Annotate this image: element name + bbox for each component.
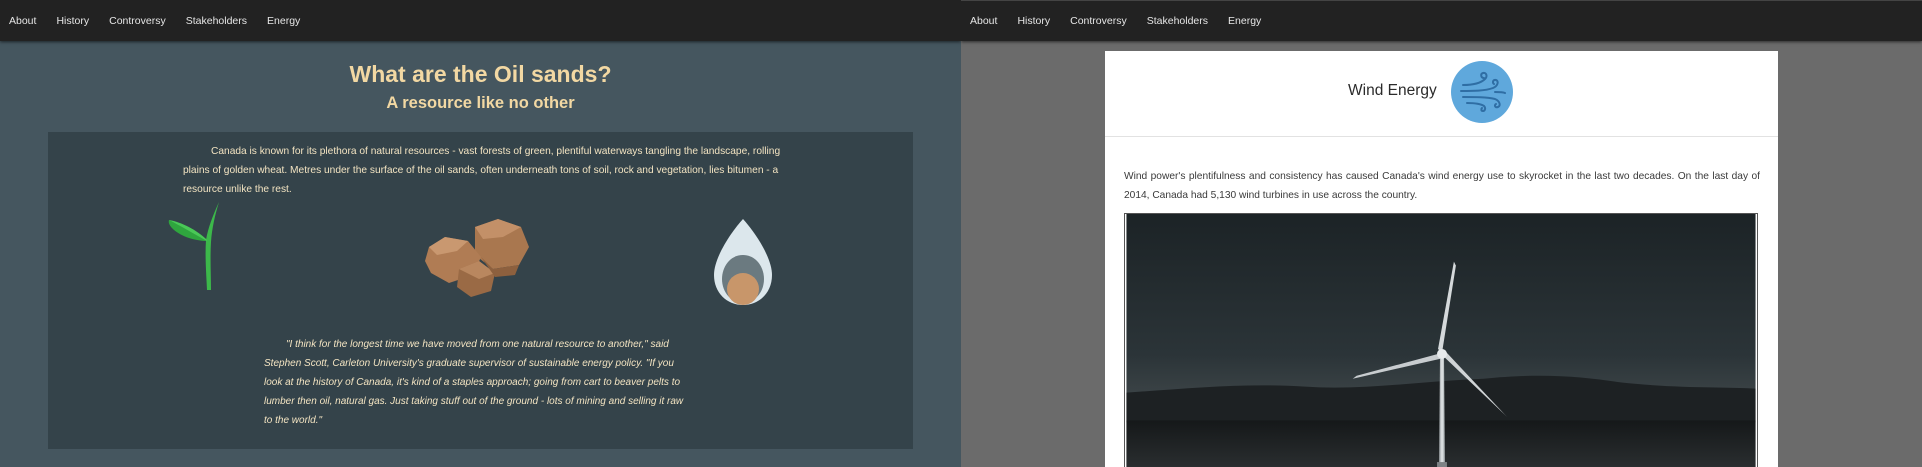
nav-controversy[interactable]: Controversy — [109, 15, 166, 27]
oil-drop-icon — [714, 219, 772, 305]
quote-paragraph: "I think for the longest time we have mo… — [264, 339, 684, 426]
page-subtitle: A resource like no other — [386, 94, 575, 112]
rocks-icon — [425, 219, 529, 297]
nav-history[interactable]: History — [56, 15, 89, 27]
wind-card: Wind Energy Wind power's plentifulness a… — [1105, 51, 1778, 467]
top-navbar: About History Controversy Stakeholders E… — [0, 0, 961, 41]
sprout-icon — [168, 202, 219, 290]
top-navbar: About History Controversy Stakeholders E… — [961, 0, 1922, 41]
nav-stakeholders[interactable]: Stakeholders — [186, 15, 247, 27]
oil-sands-page: About History Controversy Stakeholders E… — [0, 0, 961, 467]
nav-history[interactable]: History — [1017, 15, 1050, 27]
wind-paragraph: Wind power's plentifulness and consisten… — [1124, 171, 1760, 201]
nav-energy[interactable]: Energy — [267, 15, 300, 27]
page-title: What are the Oil sands? — [349, 61, 612, 87]
card-title: Wind Energy — [1348, 82, 1437, 99]
nav-controversy[interactable]: Controversy — [1070, 15, 1127, 27]
wind-icon — [1451, 61, 1513, 123]
content-card: Canada is known for its plethora of natu… — [48, 132, 913, 449]
wind-energy-page: About History Controversy Stakeholders E… — [961, 0, 1922, 467]
card-header: Wind Energy — [1105, 51, 1778, 137]
nav-about[interactable]: About — [970, 15, 997, 27]
intro-paragraph: Canada is known for its plethora of natu… — [183, 146, 781, 195]
nav-stakeholders[interactable]: Stakeholders — [1147, 15, 1208, 27]
wind-turbine-photo — [1124, 213, 1758, 467]
nav-about[interactable]: About — [9, 15, 36, 27]
nav-energy[interactable]: Energy — [1228, 15, 1261, 27]
